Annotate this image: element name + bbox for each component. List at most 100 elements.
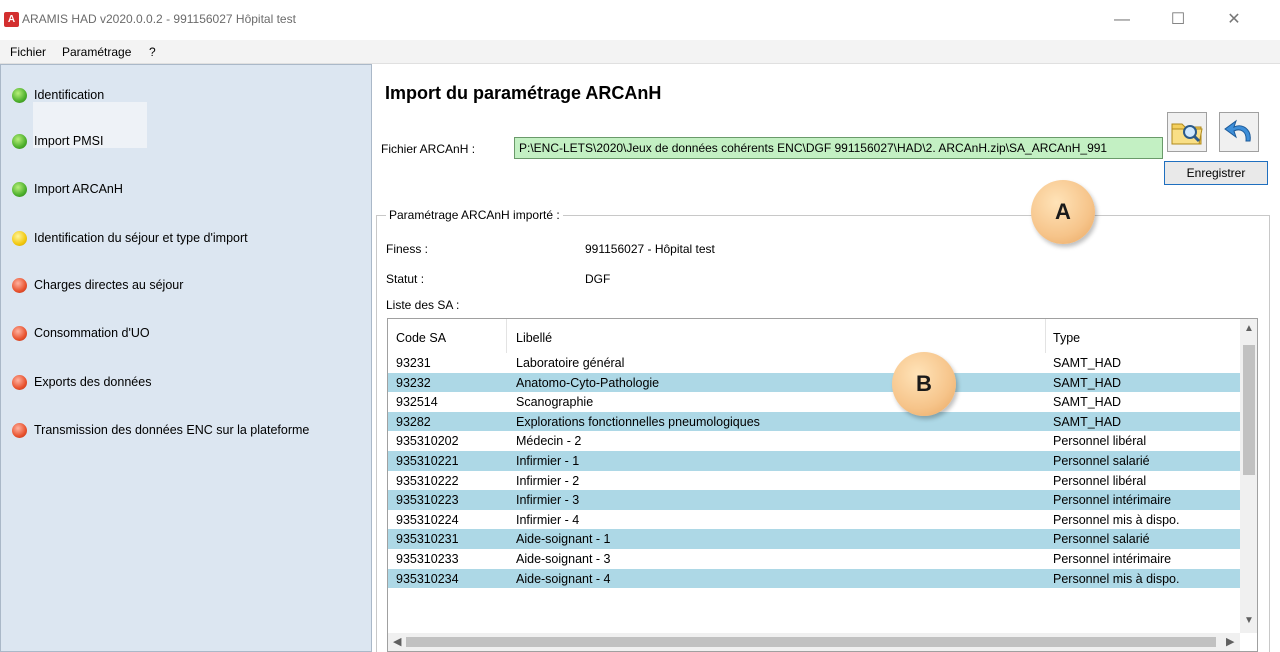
cell-type: Personnel intérimaire <box>1053 493 1172 508</box>
cell-code: 935310222 <box>396 473 459 488</box>
finess-label: Finess : <box>386 242 429 256</box>
minimize-button[interactable]: — <box>1112 10 1132 30</box>
sa-table[interactable]: Code SA Libellé Type 93231 Laboratoire gé… <box>387 318 1258 652</box>
cell-libelle: Aide-soignant - 1 <box>516 532 611 547</box>
vertical-scroll-thumb[interactable] <box>1243 345 1255 475</box>
status-green-icon <box>12 133 27 149</box>
cell-type: Personnel mis à dispo. <box>1053 512 1180 527</box>
cell-code: 932514 <box>396 395 438 410</box>
cell-code: 935310234 <box>396 571 459 586</box>
column-separator <box>1045 319 1046 353</box>
table-row[interactable]: 935310221 Infirmier - 1 Personnel salarié <box>388 450 1240 471</box>
sidebar-item-identification-sejour[interactable]: Identification du séjour et type d'impor… <box>12 227 248 249</box>
sidebar-item-import-pmsi[interactable]: Import PMSI <box>12 130 103 152</box>
status-green-icon <box>12 181 27 197</box>
sidebar-item-label: Consommation d'UO <box>34 326 150 340</box>
sidebar-item-charges-directes[interactable]: Charges directes au séjour <box>12 274 183 296</box>
cell-libelle: Médecin - 2 <box>516 434 582 449</box>
horizontal-scroll-thumb[interactable] <box>406 637 1216 647</box>
table-row[interactable]: 935310234 Aide-soignant - 4 Personnel mis … <box>388 568 1240 589</box>
table-row[interactable]: 935310202 Médecin - 2 Personnel libéral <box>388 431 1240 451</box>
cell-code: 935310221 <box>396 453 459 468</box>
folder-search-icon <box>1171 123 1203 145</box>
cell-type: SAMT_HAD <box>1053 395 1122 410</box>
browse-button[interactable] <box>1167 112 1207 152</box>
scroll-left-icon[interactable]: ◀ <box>393 635 401 648</box>
table-row[interactable]: 93232 Anatomo-Cyto-Pathologie SAMT_HAD <box>388 372 1240 393</box>
table-header: Code SA Libellé Type <box>388 319 1240 353</box>
column-header-libelle[interactable]: Libellé <box>516 331 552 345</box>
cell-code: 93231 <box>396 356 431 370</box>
cell-code: 935310223 <box>396 493 459 508</box>
cell-type: Personnel libéral <box>1053 434 1147 449</box>
file-label: Fichier ARCAnH : <box>381 142 476 156</box>
sidebar-item-label: Transmission des données ENC sur la plat… <box>34 423 310 437</box>
menu-fichier[interactable]: Fichier <box>10 45 46 59</box>
sidebar-item-import-arcanh[interactable]: Import ARCAnH <box>12 178 123 200</box>
scroll-up-icon[interactable]: ▲ <box>1244 323 1254 334</box>
sidebar-item-label: Identification <box>34 88 105 102</box>
column-header-code[interactable]: Code SA <box>396 331 446 345</box>
table-row[interactable]: 93231 Laboratoire général SAMT_HAD <box>388 353 1240 373</box>
table-row[interactable]: 935310224 Infirmier - 4 Personnel mis à di… <box>388 510 1240 530</box>
cell-libelle: Aide-soignant - 4 <box>516 571 611 586</box>
vertical-scrollbar[interactable]: ▲ ▼ <box>1240 319 1257 633</box>
sidebar-item-identification[interactable]: Identification <box>12 84 104 106</box>
page-title: Import du paramétrage ARCAnH <box>385 83 662 103</box>
cell-code: 935310202 <box>396 434 459 449</box>
close-button[interactable]: ✕ <box>1224 10 1244 30</box>
sidebar-item-consommation-uo[interactable]: Consommation d'UO <box>12 322 150 344</box>
cell-code: 935310233 <box>396 551 459 566</box>
column-header-type[interactable]: Type <box>1053 331 1080 345</box>
window-title: ARAMIS HAD v2020.0.0.2 - 991156027 Hôpit… <box>22 12 296 26</box>
table-row[interactable]: 935310222 Infirmier - 2 Personnel libéral <box>388 471 1240 491</box>
sidebar-item-label: Import PMSI <box>34 134 104 148</box>
undo-icon <box>1224 119 1251 142</box>
statut-value: DGF <box>585 272 611 286</box>
save-button[interactable]: Enregistrer <box>1164 161 1268 185</box>
cell-code: 935310231 <box>396 532 459 547</box>
cell-type: Personnel mis à dispo. <box>1053 571 1180 586</box>
table-row[interactable]: 93282 Explorations fonctionnelles pneumol… <box>388 411 1240 432</box>
cell-type: Personnel salarié <box>1053 453 1150 468</box>
maximize-button[interactable]: ☐ <box>1168 10 1188 30</box>
status-yellow-icon <box>12 230 27 246</box>
table-row[interactable]: 935310223 Infirmier - 3 Personnel intérima… <box>388 490 1240 510</box>
sidebar-item-transmission[interactable]: Transmission des données ENC sur la plat… <box>12 419 309 441</box>
cell-type: SAMT_HAD <box>1053 414 1122 429</box>
cell-code: 935310224 <box>396 512 459 527</box>
cell-libelle: Infirmier - 4 <box>516 512 580 527</box>
status-green-icon <box>12 87 27 103</box>
cell-libelle: Infirmier - 1 <box>516 453 580 468</box>
sidebar-item-label: Identification du séjour et type d'impor… <box>34 231 248 245</box>
cell-libelle: Aide-soignant - 3 <box>516 551 611 566</box>
statut-label: Statut : <box>386 272 425 286</box>
sa-list-label: Liste des SA : <box>386 298 460 312</box>
file-path-field[interactable]: P:\ENC-LETS\2020\Jeux de données cohéren… <box>514 137 1163 159</box>
table-row[interactable]: 935310231 Aide-soignant - 1 Personnel sala… <box>388 529 1240 549</box>
menu-parametrage[interactable]: Paramétrage <box>62 45 131 59</box>
cell-type: SAMT_HAD <box>1053 375 1122 390</box>
cell-libelle: Explorations fonctionnelles pneumologiqu… <box>516 414 760 429</box>
status-red-icon <box>12 422 27 438</box>
cell-type: Personnel salarié <box>1053 532 1150 547</box>
cell-type: SAMT_HAD <box>1053 356 1122 370</box>
sidebar-item-label: Charges directes au séjour <box>34 278 184 292</box>
horizontal-scrollbar[interactable]: ◀ ▶ <box>388 633 1240 651</box>
scroll-down-icon[interactable]: ▼ <box>1244 615 1254 626</box>
title-bar: A ARAMIS HAD v2020.0.0.2 - 991156027 Hôp… <box>0 0 1280 40</box>
cell-libelle: Anatomo-Cyto-Pathologie <box>516 375 660 390</box>
callout-b: B <box>892 352 956 416</box>
cell-libelle: Infirmier - 3 <box>516 493 580 508</box>
cell-libelle: Scanographie <box>516 395 594 410</box>
cell-libelle: Infirmier - 2 <box>516 473 580 488</box>
undo-button[interactable] <box>1219 112 1259 152</box>
finess-value: 991156027 - Hôpital test <box>585 242 715 256</box>
sidebar-item-label: Import ARCAnH <box>34 182 123 196</box>
table-row[interactable]: 932514 Scanographie SAMT_HAD <box>388 392 1240 412</box>
sidebar-item-exports[interactable]: Exports des données <box>12 371 151 393</box>
cell-type: Personnel intérimaire <box>1053 551 1172 566</box>
menu-help[interactable]: ? <box>149 45 156 59</box>
scroll-right-icon[interactable]: ▶ <box>1226 635 1234 648</box>
table-row[interactable]: 935310233 Aide-soignant - 3 Personnel inté… <box>388 549 1240 569</box>
